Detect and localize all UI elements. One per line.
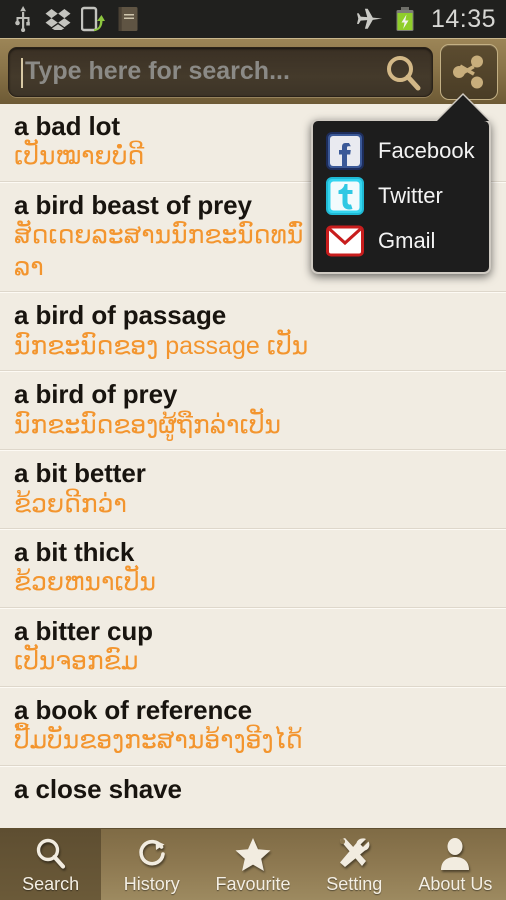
entry-translation: ຂ້ວຍດີກວ່າ bbox=[14, 489, 127, 518]
share-option-label: Gmail bbox=[378, 227, 436, 253]
status-bar-right-icons: 14:35 bbox=[356, 4, 496, 34]
entry-term: a bitter cup bbox=[14, 615, 153, 646]
entry-term: a bit better bbox=[14, 458, 146, 489]
tab-label: About Us bbox=[418, 874, 493, 894]
entry-term: a bird of passage bbox=[14, 300, 227, 331]
entry-translation: ຂ້ວຍຫນາເປັນ bbox=[14, 568, 156, 597]
list-item[interactable]: a bird of passage ນົກຂະນົດຂອງ passage ເປ… bbox=[0, 292, 506, 372]
bottom-tab-bar: Search History Favourite Setting About U… bbox=[0, 828, 506, 900]
entry-translation: ນົກຂະນົດຂອງຜູ້ຖືກລ່າເປັນ bbox=[14, 410, 281, 439]
list-item[interactable]: a bit better ຂ້ວຍດີກວ່າ bbox=[0, 450, 506, 530]
list-item[interactable]: a bitter cup ເປັນຈອກຂົມ bbox=[0, 607, 506, 687]
share-option-label: Twitter bbox=[378, 182, 443, 208]
status-bar: 14:35 bbox=[0, 0, 506, 38]
twitter-icon bbox=[325, 176, 365, 216]
tab-label: History bbox=[123, 874, 180, 894]
share-button[interactable] bbox=[440, 43, 498, 100]
entry-translation: ນົກຂະນົດຂອງ passage ເປັນ bbox=[14, 331, 309, 360]
search-icon bbox=[34, 836, 68, 872]
share-option-facebook[interactable]: Facebook bbox=[313, 128, 489, 173]
share-popup-arrow bbox=[437, 95, 489, 121]
share-option-gmail[interactable]: Gmail bbox=[313, 218, 489, 263]
usb-icon bbox=[10, 6, 36, 32]
gmail-icon bbox=[325, 221, 365, 261]
share-option-twitter[interactable]: Twitter bbox=[313, 173, 489, 218]
star-icon bbox=[234, 836, 272, 872]
share-option-label: Facebook bbox=[378, 137, 475, 163]
battery-charging-icon bbox=[392, 6, 418, 32]
search-input-placeholder: Type here for search... bbox=[25, 57, 290, 85]
entry-translation: ເປັນຈອກຂົມ bbox=[14, 647, 139, 676]
search-icon[interactable] bbox=[384, 55, 422, 96]
search-toolbar: Type here for search... bbox=[0, 38, 506, 104]
entry-translation: ສັດເດຍລະສານນົກຂະນົດທນົ່ລາ bbox=[14, 221, 304, 281]
status-bar-left-icons bbox=[10, 6, 141, 32]
status-bar-clock: 14:35 bbox=[430, 4, 496, 33]
search-input[interactable]: Type here for search... bbox=[8, 46, 433, 97]
share-popup[interactable]: Facebook Twitter Gmail bbox=[311, 95, 491, 274]
facebook-icon bbox=[325, 131, 365, 171]
file-transfer-icon bbox=[80, 6, 106, 32]
tab-label: Favourite bbox=[215, 874, 291, 894]
dictionary-app-icon bbox=[115, 6, 141, 32]
dropbox-icon bbox=[45, 6, 71, 32]
tab-label: Search bbox=[22, 874, 80, 894]
tab-favourite[interactable]: Favourite bbox=[202, 829, 303, 900]
person-icon bbox=[439, 836, 471, 872]
app-root: 14:35 Type here for search... a bad lot … bbox=[0, 0, 506, 900]
entry-term: a bird of prey bbox=[14, 379, 178, 410]
tab-history[interactable]: History bbox=[101, 829, 202, 900]
tab-about-us[interactable]: About Us bbox=[405, 829, 506, 900]
entry-term: a close shave bbox=[14, 773, 182, 804]
tab-label: Setting bbox=[326, 874, 383, 894]
entry-term: a book of reference bbox=[14, 694, 252, 725]
list-item[interactable]: a bird of prey ນົກຂະນົດຂອງຜູ້ຖືກລ່າເປັນ bbox=[0, 371, 506, 451]
list-item[interactable]: a bit thick ຂ້ວຍຫນາເປັນ bbox=[0, 529, 506, 608]
text-caret bbox=[21, 57, 23, 88]
share-icon bbox=[453, 55, 483, 88]
tab-setting[interactable]: Setting bbox=[304, 829, 405, 900]
tab-search[interactable]: Search bbox=[0, 829, 102, 900]
tools-icon bbox=[336, 836, 372, 872]
airplane-mode-icon bbox=[356, 6, 383, 32]
list-item[interactable]: a close shave bbox=[0, 765, 506, 812]
list-item[interactable]: a book of reference ປື້ມບັນຂອງກະສານອ້າງອ… bbox=[0, 686, 506, 766]
entry-term: a bit thick bbox=[14, 537, 135, 568]
history-icon bbox=[135, 836, 169, 872]
entry-translation: ປື້ມບັນຂອງກະສານອ້າງອີງໄດ້ bbox=[14, 726, 303, 755]
